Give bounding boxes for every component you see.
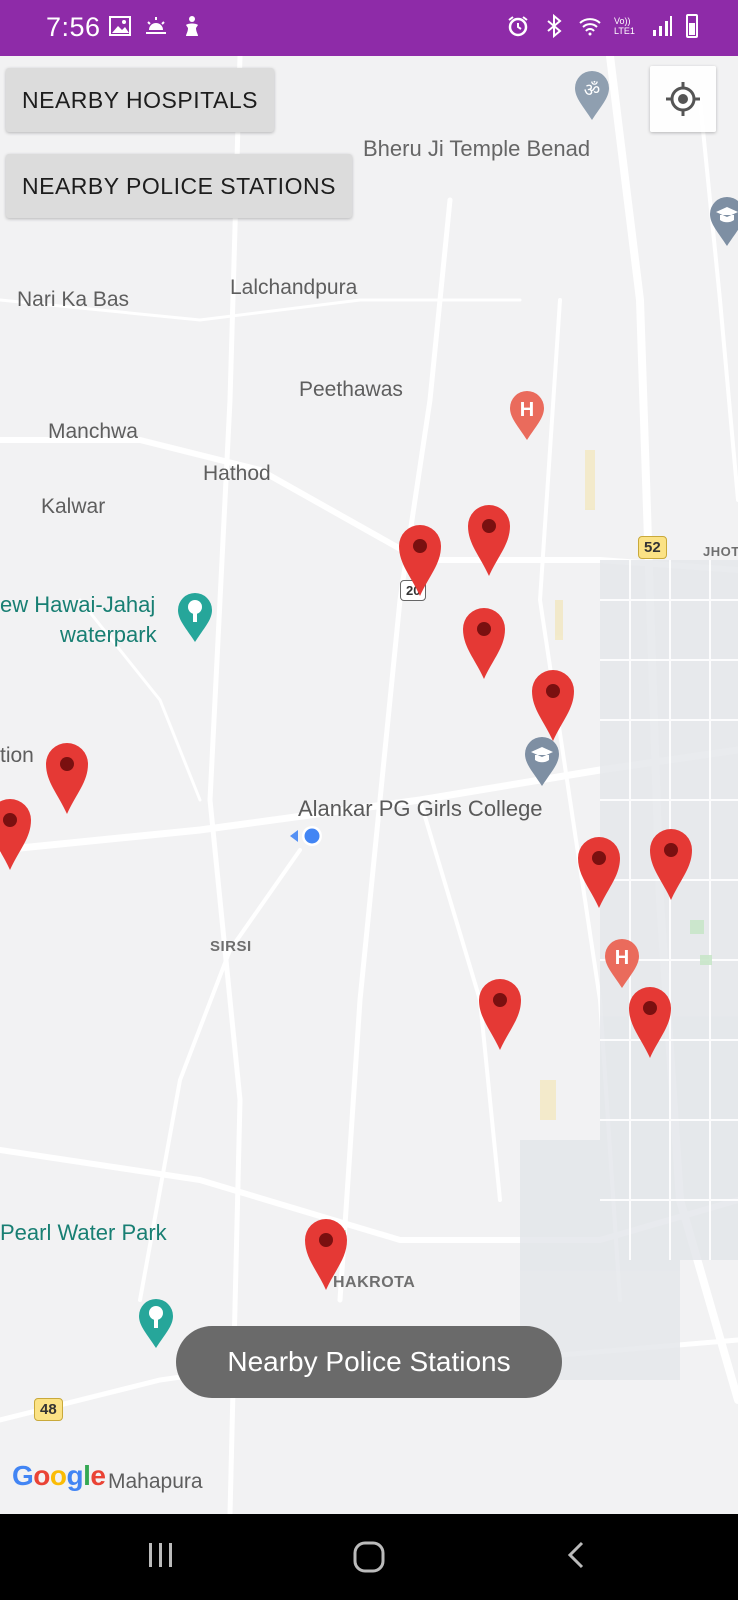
label-waterpark-line1: ew Hawai-Jahaj (0, 592, 156, 617)
police-station-marker[interactable] (648, 828, 694, 902)
current-location-icon (290, 826, 322, 846)
label-sirsi: SIRSI (210, 938, 252, 955)
label-college: Alankar PG Girls College (298, 796, 543, 821)
label-peethawas: Peethawas (299, 378, 403, 401)
label-lalchandpura: Lalchandpura (230, 276, 358, 299)
police-station-marker[interactable] (466, 504, 512, 578)
nearby-hospitals-button[interactable]: NEARBY HOSPITALS (6, 68, 274, 132)
route-shield-52: 52 (638, 536, 667, 559)
police-station-marker[interactable] (303, 1218, 349, 1292)
label-nari-ka-bas: Nari Ka Bas (17, 288, 130, 311)
label-kalwar: Kalwar (41, 495, 106, 518)
toast-message: Nearby Police Stations (176, 1326, 562, 1398)
waterpark-poi-icon[interactable] (176, 592, 214, 644)
label-mahapura: Mahapura (108, 1470, 203, 1493)
label-pearl: Pearl Water Park (0, 1220, 167, 1245)
route-shield-48: 48 (34, 1398, 63, 1421)
nearby-police-stations-button[interactable]: NEARBY POLICE STATIONS (6, 154, 352, 218)
police-station-marker[interactable] (576, 836, 622, 910)
bluetooth-icon (547, 14, 562, 38)
home-icon[interactable] (352, 1540, 386, 1574)
temple-poi-icon[interactable]: ॐ (573, 70, 611, 122)
svg-text:H: H (615, 947, 629, 969)
crosshair-icon (666, 82, 700, 116)
volte-label: Vo)) LTE1 (614, 16, 635, 36)
status-bar: 7:56 Vo)) LTE1 (0, 0, 738, 56)
label-manchwa: Manchwa (48, 420, 138, 443)
wifi-icon (579, 18, 601, 36)
hospital-poi-icon[interactable]: H (603, 938, 641, 990)
label-hathod: Hathod (203, 462, 271, 485)
svg-text:H: H (520, 399, 534, 421)
map-roads (0, 56, 738, 1514)
police-station-marker[interactable] (477, 978, 523, 1052)
label-tion: tion (0, 744, 34, 767)
google-logo: Google (12, 1460, 106, 1491)
back-icon[interactable] (562, 1540, 592, 1570)
police-station-marker[interactable] (397, 524, 443, 598)
accessibility-icon (186, 16, 198, 36)
police-station-marker[interactable] (627, 986, 673, 1060)
hospital-poi-icon[interactable]: H (508, 390, 546, 442)
label-temple: Bheru Ji Temple Benad (363, 136, 591, 161)
waterpark-poi-icon[interactable] (137, 1298, 175, 1350)
school-poi-icon[interactable] (708, 196, 738, 248)
navigation-bar (0, 1514, 738, 1600)
label-waterpark-line2: waterpark (60, 622, 157, 647)
signal-icon (653, 16, 672, 36)
label-jhot: JHOT (703, 544, 738, 559)
police-station-marker[interactable] (44, 742, 90, 816)
image-icon (109, 16, 131, 36)
college-poi-icon[interactable] (523, 736, 561, 788)
weather-icon (146, 17, 166, 34)
police-station-marker[interactable] (0, 798, 33, 872)
svg-text:ॐ: ॐ (584, 80, 600, 101)
alarm-icon (508, 16, 528, 37)
my-location-button[interactable] (650, 66, 716, 132)
map-view[interactable]: Bheru Ji Temple Benad Lalchandpura Nari … (0, 56, 738, 1514)
recent-apps-icon[interactable] (146, 1540, 176, 1570)
battery-icon (686, 14, 698, 38)
police-station-marker[interactable] (530, 669, 576, 743)
status-time: 7:56 (46, 12, 101, 42)
police-station-marker[interactable] (461, 607, 507, 681)
